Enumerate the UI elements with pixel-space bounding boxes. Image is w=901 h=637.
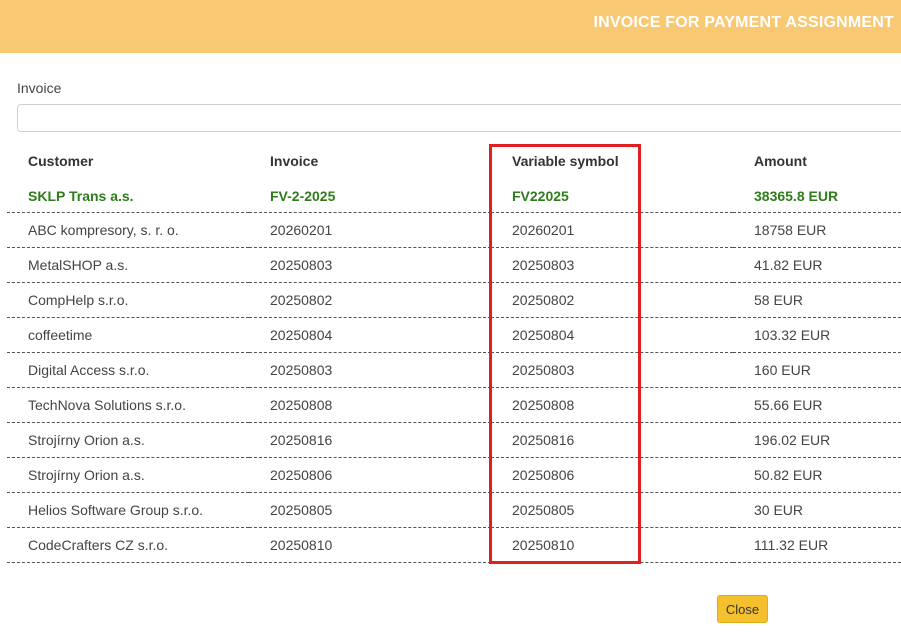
amount-cell: 103.32 EUR xyxy=(733,317,901,353)
amount-cell: 111.32 EUR xyxy=(733,527,901,563)
amount-cell: 41.82 EUR xyxy=(733,247,901,283)
dialog-header: INVOICE FOR PAYMENT ASSIGNMENT xyxy=(0,0,901,53)
invoice-cell: 20250802 xyxy=(249,282,491,318)
invoice-cell: 20250806 xyxy=(249,457,491,493)
variable-symbol-cell: 20250803 xyxy=(491,352,733,388)
dialog-title: INVOICE FOR PAYMENT ASSIGNMENT xyxy=(593,14,894,31)
invoice-cell: 20250816 xyxy=(249,422,491,458)
customer-cell: Strojírny Orion a.s. xyxy=(7,422,249,458)
invoice-cell: 20250803 xyxy=(249,247,491,283)
table-header-row: Customer Invoice Variable symbol Amount xyxy=(7,142,901,180)
customer-cell: coffeetime xyxy=(7,317,249,353)
table-row[interactable]: CompHelp s.r.o. 20250802 20250802 58 EUR xyxy=(7,282,901,318)
invoice-field-label: Invoice xyxy=(17,80,62,96)
invoice-cell: 20260201 xyxy=(249,212,491,248)
amount-cell: 55.66 EUR xyxy=(733,387,901,423)
amount-cell: 196.02 EUR xyxy=(733,422,901,458)
selected-invoice-row[interactable]: SKLP Trans a.s. FV-2-2025 FV22025 38365.… xyxy=(7,180,901,213)
table-row[interactable]: Digital Access s.r.o. 20250803 20250803 160… xyxy=(7,352,901,388)
customer-cell: Helios Software Group s.r.o. xyxy=(7,492,249,528)
invoice-table: Customer Invoice Variable symbol Amount … xyxy=(7,142,901,563)
customer-cell: MetalSHOP a.s. xyxy=(7,247,249,283)
close-button[interactable]: Close xyxy=(717,595,768,623)
variable-symbol-cell: 20250805 xyxy=(491,492,733,528)
invoice-cell: 20250808 xyxy=(249,387,491,423)
column-header-variable-symbol: Variable symbol xyxy=(512,153,619,169)
amount-cell: 50.82 EUR xyxy=(733,457,901,493)
amount-cell: 160 EUR xyxy=(733,352,901,388)
table-row[interactable]: coffeetime 20250804 20250804 103.32 EUR xyxy=(7,317,901,353)
invoice-cell: 20250810 xyxy=(249,527,491,563)
customer-cell: Digital Access s.r.o. xyxy=(7,352,249,388)
variable-symbol-cell: 20250808 xyxy=(491,387,733,423)
amount-cell: 18758 EUR xyxy=(733,212,901,248)
variable-symbol-cell: 20250806 xyxy=(491,457,733,493)
customer-cell: ABC kompresory, s. r. o. xyxy=(7,212,249,248)
customer-cell: CompHelp s.r.o. xyxy=(7,282,249,318)
variable-symbol-cell: 20250810 xyxy=(491,527,733,563)
amount-cell: 58 EUR xyxy=(733,282,901,318)
table-row[interactable]: Strojírny Orion a.s. 20250816 20250816 196.… xyxy=(7,422,901,458)
selected-invoice-cell: FV-2-2025 xyxy=(249,180,491,213)
variable-symbol-cell: 20250804 xyxy=(491,317,733,353)
table-row[interactable]: CodeCrafters CZ s.r.o. 20250810 20250810 11… xyxy=(7,527,901,563)
variable-symbol-cell: 20250803 xyxy=(491,247,733,283)
column-header-customer: Customer xyxy=(28,153,94,169)
selected-variable-symbol-cell: FV22025 xyxy=(491,180,733,213)
table-row[interactable]: Strojírny Orion a.s. 20250806 20250806 50.8… xyxy=(7,457,901,493)
column-header-invoice: Invoice xyxy=(270,153,319,169)
table-row[interactable]: Helios Software Group s.r.o. 20250805 2025… xyxy=(7,492,901,528)
amount-cell: 30 EUR xyxy=(733,492,901,528)
selected-amount-cell: 38365.8 EUR xyxy=(733,180,901,213)
selected-customer-cell: SKLP Trans a.s. xyxy=(7,180,249,213)
table-row[interactable]: ABC kompresory, s. r. o. 20260201 20260201… xyxy=(7,212,901,248)
variable-symbol-cell: 20250816 xyxy=(491,422,733,458)
variable-symbol-cell: 20260201 xyxy=(491,212,733,248)
invoice-cell: 20250805 xyxy=(249,492,491,528)
invoice-input[interactable] xyxy=(17,104,901,132)
column-header-amount: Amount xyxy=(754,153,807,169)
customer-cell: TechNova Solutions s.r.o. xyxy=(7,387,249,423)
customer-cell: CodeCrafters CZ s.r.o. xyxy=(7,527,249,563)
variable-symbol-cell: 20250802 xyxy=(491,282,733,318)
table-row[interactable]: MetalSHOP a.s. 20250803 20250803 41.82 EUR xyxy=(7,247,901,283)
invoice-cell: 20250804 xyxy=(249,317,491,353)
invoice-cell: 20250803 xyxy=(249,352,491,388)
table-row[interactable]: TechNova Solutions s.r.o. 20250808 2025080… xyxy=(7,387,901,423)
customer-cell: Strojírny Orion a.s. xyxy=(7,457,249,493)
